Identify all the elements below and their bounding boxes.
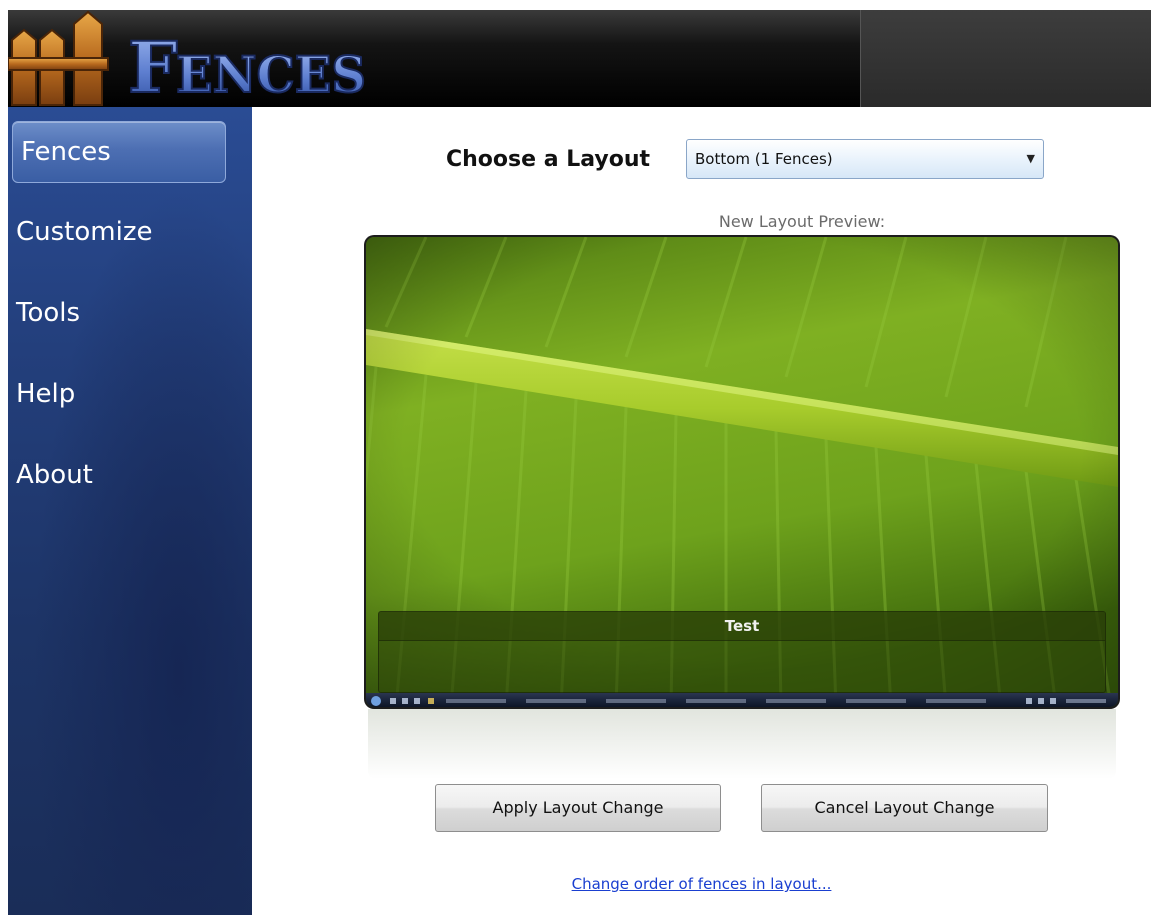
layout-preview: Test	[366, 237, 1118, 707]
svg-text:ENCES: ENCES	[176, 45, 366, 104]
preview-reflection	[368, 709, 1116, 779]
svg-text:F: F	[128, 26, 178, 107]
preview-fence: Test	[378, 611, 1106, 693]
sidebar-item-help[interactable]: Help	[8, 364, 252, 424]
cancel-layout-button[interactable]: Cancel Layout Change	[761, 784, 1048, 832]
preview-fence-title: Test	[379, 612, 1105, 641]
layout-label: Choose a Layout	[446, 147, 651, 172]
chevron-down-icon: ▼	[1026, 152, 1035, 165]
sidebar-item-fences[interactable]: Fences	[12, 121, 226, 183]
sidebar-item-customize[interactable]: Customize	[8, 202, 252, 262]
layout-select[interactable]: Bottom (1 Fences) ▼	[686, 139, 1044, 179]
apply-layout-button[interactable]: Apply Layout Change	[435, 784, 721, 832]
fences-logo: F ENCES	[8, 10, 367, 107]
taskbar-icons	[371, 696, 1106, 706]
change-order-link[interactable]: Change order of fences in layout...	[252, 875, 1151, 893]
layout-select-value: Bottom (1 Fences)	[695, 150, 833, 168]
main-content: Choose a Layout Bottom (1 Fences) ▼ New …	[252, 107, 1151, 915]
sidebar-item-about[interactable]: About	[8, 445, 252, 505]
header-right-panel	[860, 10, 1151, 107]
app-header: F ENCES	[8, 10, 1151, 107]
sidebar-item-tools[interactable]: Tools	[8, 283, 252, 343]
preview-label: New Layout Preview:	[718, 212, 886, 231]
preview-taskbar	[366, 693, 1118, 707]
sidebar: Fences Customize Tools Help About	[8, 107, 252, 915]
